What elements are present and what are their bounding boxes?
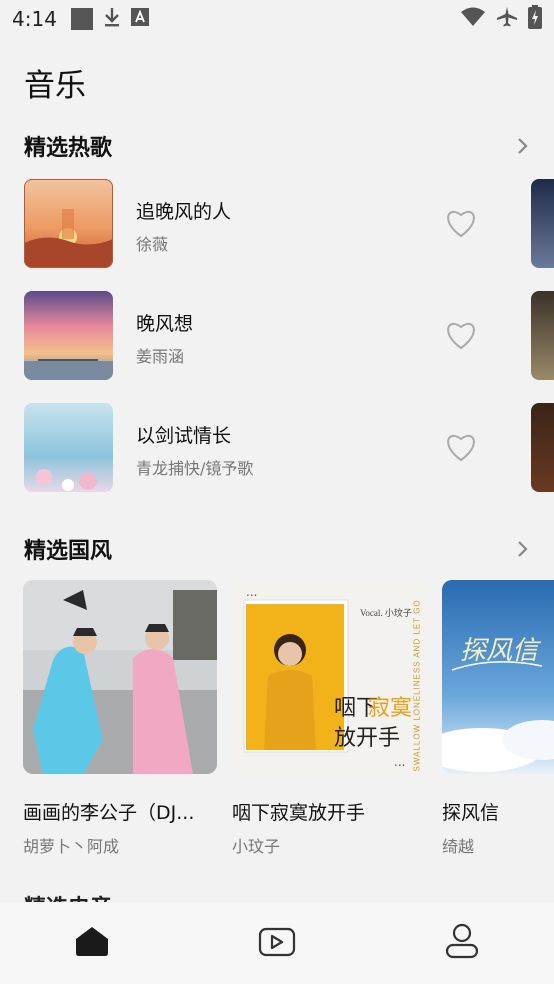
cover-side-text: SWALLOW LONELINESS AND LET GO — [412, 599, 422, 772]
chevron-right-icon[interactable] — [510, 134, 534, 158]
next-section-header: 精选电音 — [24, 890, 144, 902]
user-icon — [445, 923, 479, 963]
wifi-icon — [460, 7, 486, 31]
cover-title-text: 探风信 — [460, 636, 539, 666]
airplane-icon — [496, 6, 518, 32]
album-artist: 小玟子 — [232, 837, 281, 856]
album-card[interactable]: 探风信 探风信 绮越 — [442, 580, 554, 856]
album-card[interactable]: 画画的李公子（DJ... 胡萝卜丶阿成 — [23, 580, 217, 856]
cover-line-2: 寂寞 — [368, 696, 413, 721]
svg-text:...: ... — [394, 755, 405, 769]
bottom-nav — [0, 902, 554, 984]
battery-icon — [528, 5, 542, 33]
song-cover-peek[interactable] — [531, 291, 554, 380]
guofeng-title: 精选国风 — [24, 539, 113, 564]
album-cover: ... ... Vocal. 小玟子 咽下 寂寞 放开手 SWALLOW LON… — [232, 580, 426, 774]
album-title: 咽下寂寞放开手 — [232, 802, 366, 824]
song-cover — [24, 179, 113, 268]
chevron-right-icon[interactable] — [510, 537, 534, 561]
album-cover: 探风信 — [442, 580, 554, 774]
hot-songs-title: 精选热歌 — [24, 136, 113, 161]
heart-outline-icon[interactable] — [444, 319, 478, 351]
song-item[interactable]: 以剑试情长 青龙捕快/镜予歌 — [24, 403, 504, 493]
album-artist: 绮越 — [442, 837, 475, 856]
status-time: 4:14 — [12, 7, 57, 31]
guofeng-header[interactable]: 精选国风 — [24, 531, 534, 567]
cover-vocal: Vocal. 小玟子 — [360, 608, 412, 618]
album-title: 画画的李公子（DJ... — [23, 802, 195, 824]
a-icon — [130, 8, 149, 30]
song-title: 追晚风的人 — [136, 201, 232, 223]
song-title: 晚风想 — [136, 313, 194, 335]
video-icon — [258, 925, 296, 961]
nav-home[interactable] — [62, 913, 122, 973]
heart-outline-icon[interactable] — [444, 207, 478, 239]
song-cover-peek[interactable] — [531, 179, 554, 268]
song-cover-peek[interactable] — [531, 403, 554, 492]
album-title: 探风信 — [442, 802, 500, 824]
song-title: 以剑试情长 — [136, 425, 232, 447]
song-artist: 徐薇 — [136, 235, 169, 254]
download-icon — [103, 6, 121, 32]
heart-outline-icon[interactable] — [444, 431, 478, 463]
nav-video[interactable] — [247, 913, 307, 973]
home-icon — [74, 925, 110, 961]
song-cover — [24, 403, 113, 492]
song-item[interactable]: 晚风想 姜雨涵 — [24, 291, 504, 381]
nav-profile[interactable] — [432, 913, 492, 973]
svg-text:...: ... — [246, 585, 257, 599]
page-title: 音乐 — [24, 68, 86, 104]
hot-songs-header[interactable]: 精选热歌 — [24, 128, 534, 164]
square-icon — [70, 8, 93, 30]
status-bar: 4:14 — [0, 0, 554, 38]
album-artist: 胡萝卜丶阿成 — [23, 837, 120, 856]
cover-line-3: 放开手 — [334, 726, 401, 751]
album-card[interactable]: ... ... Vocal. 小玟子 咽下 寂寞 放开手 SWALLOW LON… — [232, 580, 426, 856]
next-section-title: 精选电音 — [24, 890, 144, 902]
song-item[interactable]: 追晚风的人 徐薇 — [24, 179, 504, 269]
song-artist: 青龙捕快/镜予歌 — [136, 459, 254, 478]
album-cover — [23, 580, 217, 774]
song-artist: 姜雨涵 — [136, 347, 185, 366]
song-cover — [24, 291, 113, 380]
